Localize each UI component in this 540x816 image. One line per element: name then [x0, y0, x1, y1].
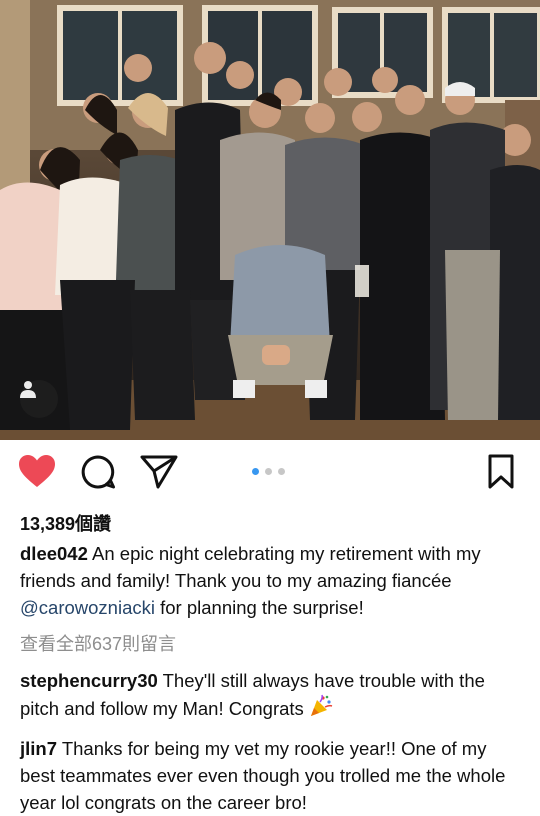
comment-username[interactable]: stephencurry30 — [20, 670, 158, 691]
post-caption: dlee042 An epic night celebrating my ret… — [20, 540, 525, 621]
post-photo[interactable] — [0, 0, 540, 440]
heart-filled-icon[interactable] — [18, 454, 56, 488]
caption-text: An epic night celebrating my retirement … — [20, 543, 481, 591]
caption-username[interactable]: dlee042 — [20, 543, 88, 564]
person-tag-icon[interactable] — [20, 380, 58, 418]
caption-text-end: for planning the surprise! — [154, 597, 364, 618]
comment-bubble-icon[interactable] — [80, 454, 116, 490]
comment-item: stephencurry30 They'll still always have… — [20, 667, 525, 722]
carousel-dot-active — [252, 468, 259, 475]
post-action-bar — [0, 440, 540, 504]
person-icon — [20, 381, 36, 398]
bookmark-icon[interactable] — [487, 454, 515, 490]
view-all-comments-link[interactable]: 查看全部637則留言 — [20, 630, 176, 656]
carousel-indicator — [252, 468, 285, 475]
group-photo-illustration — [0, 0, 540, 440]
comment-item: jlin7 Thanks for being my vet my rookie … — [20, 735, 525, 816]
paper-plane-icon[interactable] — [140, 455, 178, 489]
caption-mention-link[interactable]: @carowozniacki — [20, 597, 155, 618]
carousel-dot — [265, 468, 272, 475]
like-count[interactable]: 13,389個讚 — [20, 510, 111, 536]
comment-username[interactable]: jlin7 — [20, 738, 57, 759]
carousel-dot — [278, 468, 285, 475]
comment-text: Thanks for being my vet my rookie year!!… — [20, 738, 506, 813]
party-popper-icon — [310, 694, 333, 716]
